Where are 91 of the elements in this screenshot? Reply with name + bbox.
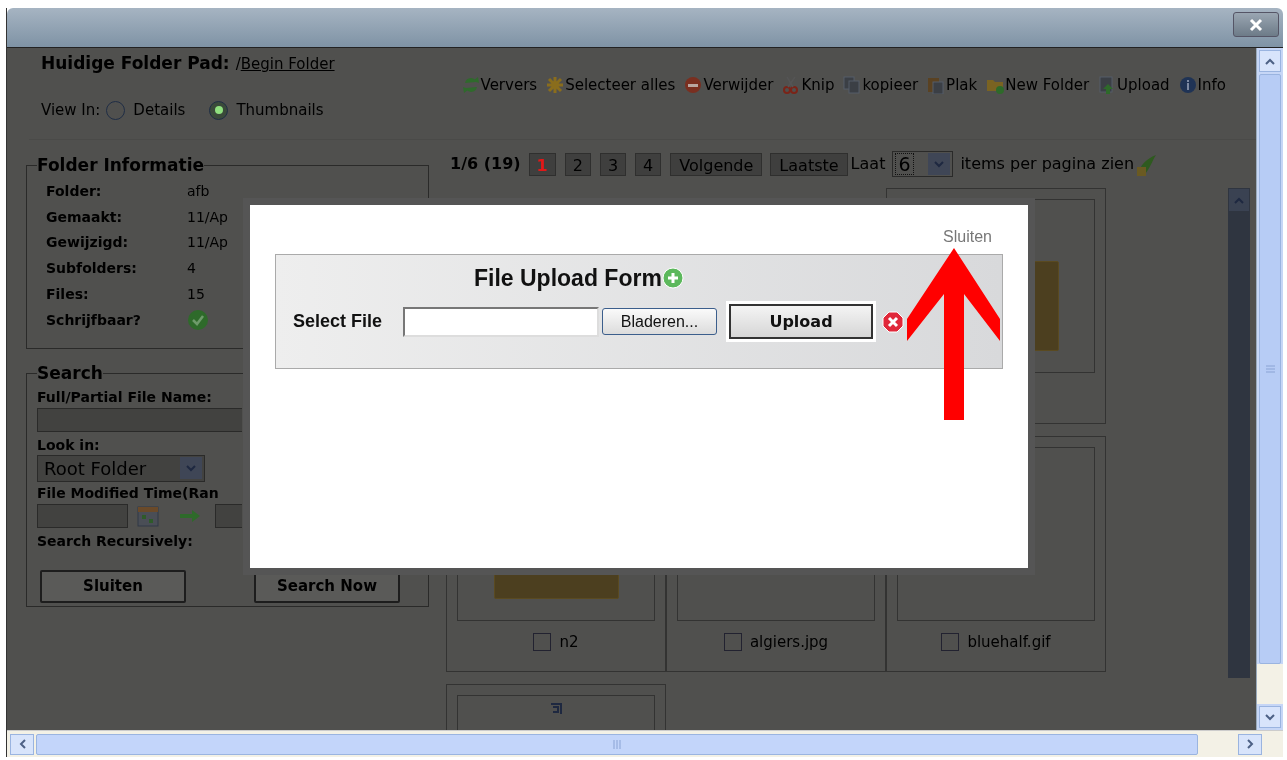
remove-icon (882, 310, 904, 333)
close-button[interactable] (1233, 12, 1279, 37)
toolbar-button[interactable]: Info (1178, 73, 1226, 97)
section-title: Search (37, 362, 103, 385)
scrollbar[interactable] (1228, 188, 1250, 678)
chevron-down-icon (934, 160, 945, 168)
add-icon (661, 267, 684, 289)
clipboard-icon (927, 76, 946, 94)
scroll-left-button[interactable] (10, 733, 34, 755)
refresh-icon (461, 76, 480, 94)
info-label: Gewijzigd: (46, 233, 130, 253)
field-label: Select File (293, 310, 384, 333)
asterisk-icon (546, 76, 565, 94)
file-name: algiers.jpg (749, 632, 829, 653)
form-title: File Upload Form (474, 263, 662, 293)
scroll-right-button[interactable] (1238, 733, 1262, 755)
last-page-button[interactable]: Laatste (770, 152, 848, 176)
input-field[interactable] (37, 407, 242, 432)
file-name: bluehalf.gif (967, 632, 1051, 653)
toolbar-button[interactable]: Upload (1098, 73, 1170, 97)
checkbox[interactable] (533, 633, 552, 652)
chevron-up-icon (1234, 196, 1244, 204)
info-value: 11/Ap (187, 233, 228, 253)
browse-button[interactable]: Bladeren... (602, 308, 717, 335)
info-label: Gemaakt: (46, 207, 124, 227)
per-page-label: Laat (850, 153, 886, 175)
vertical-scrollbar[interactable] (1256, 48, 1283, 730)
button[interactable]: Sluiten (40, 569, 186, 603)
radio-option[interactable]: Details (106, 98, 186, 122)
close-link[interactable]: Sluiten (943, 225, 992, 254)
upload-button[interactable]: Upload (729, 304, 873, 339)
file-name: n2 (559, 632, 579, 653)
toolbar-button[interactable]: Ververs (461, 73, 538, 97)
chevron-up-icon (1265, 57, 1275, 65)
page-button[interactable]: 2 (564, 152, 591, 176)
checkbox[interactable] (941, 633, 960, 652)
toolbar-button[interactable]: Plak (927, 73, 978, 97)
info-label: Schrijfbaar? (46, 310, 142, 330)
info-label: Folder: (46, 181, 103, 201)
chevron-down-icon (1265, 713, 1275, 721)
radio-button[interactable] (209, 100, 229, 120)
info-value: 4 (187, 259, 196, 279)
shortcut-icon (549, 702, 563, 716)
radio-option[interactable]: Thumbnails (209, 98, 324, 122)
scroll-thumb[interactable] (36, 733, 1198, 755)
field-label: Search Recursively: (37, 531, 194, 551)
view-in-label: View In: (41, 99, 101, 121)
chevron-down-icon (186, 464, 196, 472)
scroll-up-button[interactable] (1259, 50, 1281, 72)
date-field[interactable] (37, 503, 128, 528)
toolbar-button[interactable]: New Folder (986, 73, 1090, 97)
page-button[interactable]: 1 (528, 152, 556, 176)
scroll-thumb[interactable] (1259, 74, 1281, 664)
info-value: 15 (187, 285, 205, 305)
field-label: Look in: (37, 435, 101, 455)
copy-icon (843, 76, 862, 94)
info-value: 11/Ap (187, 207, 228, 227)
scissors-icon (782, 76, 801, 94)
field-label: Full/Partial File Name: (37, 387, 213, 407)
info-icon (1178, 76, 1197, 94)
checkbox[interactable] (723, 633, 742, 652)
next-page-button[interactable]: Volgende (670, 152, 763, 176)
dropdown[interactable]: Root Folder (37, 454, 205, 482)
chevron-right-icon (1246, 739, 1254, 749)
page-button[interactable]: 3 (599, 152, 627, 176)
scroll-down-button[interactable] (1259, 706, 1281, 728)
per-page-dropdown[interactable]: 6 (892, 151, 954, 177)
toolbar-button[interactable]: kopieer (843, 73, 919, 97)
folder-link[interactable]: Begin Folder (240, 53, 335, 76)
page-summary: 1/6 (19) (450, 153, 521, 175)
page-button[interactable]: 4 (635, 152, 662, 176)
path-label: Huidige Folder Pad: (41, 52, 230, 75)
arrow-right-icon (179, 508, 201, 523)
delete-icon (684, 76, 703, 94)
toolbar-button[interactable]: Knip (782, 73, 835, 97)
path-separator: / (235, 54, 241, 75)
section-title: Folder Informatie (37, 154, 204, 177)
info-label: Files: (46, 285, 90, 305)
info-value: afb (187, 181, 210, 201)
date-field[interactable] (215, 503, 242, 528)
toolbar-button[interactable]: Verwijder (684, 73, 774, 97)
per-page-label: items per pagina zien (960, 153, 1135, 175)
close-icon (1248, 16, 1264, 33)
calendar-icon (137, 504, 159, 527)
horizontal-scrollbar[interactable] (7, 730, 1283, 757)
chevron-left-icon (18, 739, 26, 749)
field-label: File Modified Time(Ran (37, 483, 220, 503)
grip-icon (612, 739, 622, 749)
info-label: Subfolders: (46, 259, 138, 279)
toolbar-button[interactable]: Selecteer alles (546, 73, 676, 97)
file-input[interactable] (403, 306, 599, 337)
